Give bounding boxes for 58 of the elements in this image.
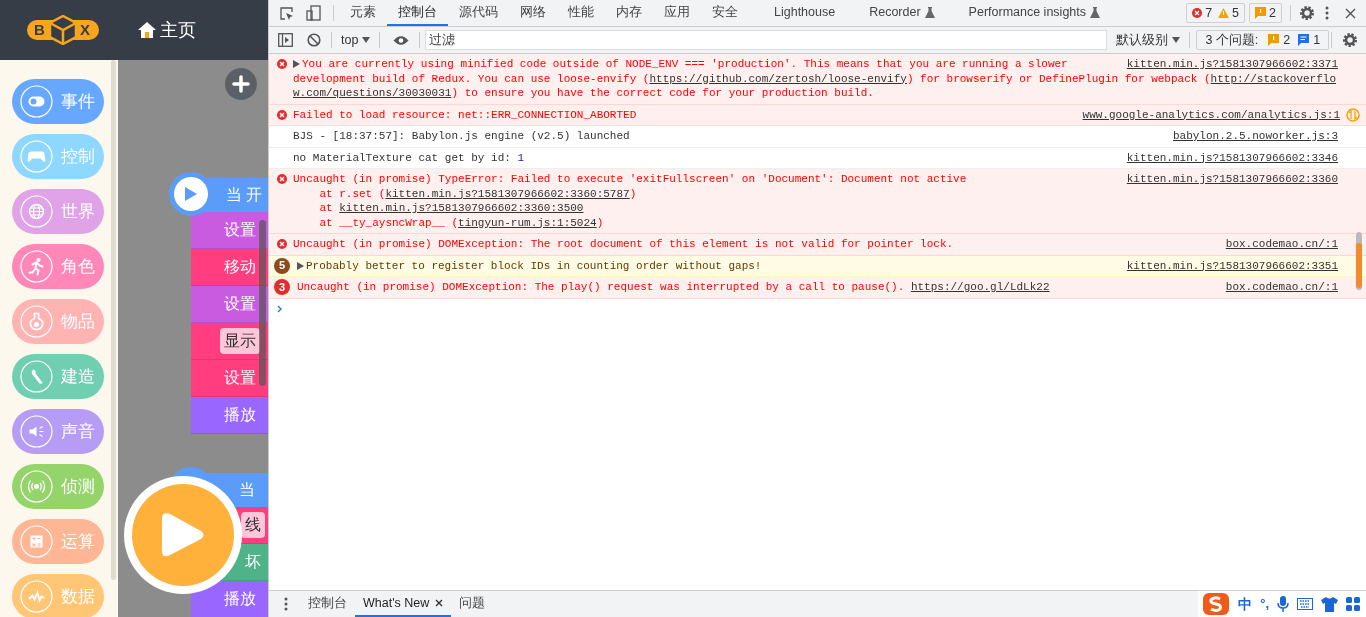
message-text: no MaterialTexture cat get by id: 1 [293, 150, 526, 165]
message-text: You are currently using minified code outside of NODE_ENV === 'production'. This means that you are running a slower [293, 57, 1117, 72]
home-link[interactable]: 主页 [137, 16, 196, 44]
devtools-tab[interactable]: 网络 [509, 0, 557, 26]
message-text: Uncaught (in promise) DOMException: The root document of this element is not valid for pointer lock. [293, 237, 955, 252]
devtools-tab[interactable]: 元素 [339, 0, 387, 26]
message-text: BJS - [18:37:57]: Babylon.js engine (v2.5) launched [293, 129, 631, 144]
link[interactable]: kitten.min.js?1581307966602:3360:5787 [385, 186, 630, 201]
message-text: Uncaught (in promise) TypeError: Failed to execute 'exitFullscreen' on 'Document': Document not active [293, 172, 968, 187]
issues-counter[interactable]: 2 [1249, 3, 1282, 23]
code-block: 播放 [191, 581, 268, 617]
source-link[interactable]: kitten.min.js?1581307966602:3346 [1126, 150, 1338, 165]
level-dropdown[interactable]: 默认级别 [1116, 30, 1181, 50]
source-link[interactable]: www.google-analytics.com/analytics.js:1 [1082, 107, 1340, 122]
devtools-tab[interactable]: 源代码 [448, 0, 509, 26]
issues-button[interactable]: 3 个问题: 2 1 [1196, 30, 1330, 50]
code-block: 播放 [191, 397, 268, 434]
message-text: Uncaught (in promise) DOMException: The play() request was interrupted by a call to pause(). https://goo.gl/LdLk22 [297, 280, 1051, 295]
drawer-tab[interactable]: What's New [355, 591, 452, 617]
drawer-tab[interactable]: 问题 [451, 591, 494, 617]
link[interactable]: tingyun-rum.js:1:5024 [458, 215, 597, 230]
context-dropdown[interactable]: top [341, 30, 371, 50]
link[interactable]: kitten.min.js?1581307966602:3360:3500 [339, 201, 584, 216]
source-link[interactable]: box.codemao.cn/:1 [1225, 280, 1338, 295]
message-text: at kitten.min.js?1581307966602:3360:3500 [318, 201, 585, 216]
message-text: Probably better to register block IDs in counting order without gaps! [297, 258, 1117, 273]
ime-mode-button[interactable]: 中 [1238, 593, 1253, 615]
devtools-tab[interactable]: Performance insights [957, 0, 1111, 26]
message-text: Failed to load resource: net::ERR_CONNECTION_ABORTED [293, 107, 638, 122]
message-text: at __ty_aysncWrap__ (tingyun-rum.js:1:5024) [318, 215, 605, 230]
code-block: 设置 [191, 212, 268, 249]
source-link[interactable]: box.codemao.cn/:1 [1225, 237, 1338, 252]
devtools-tab[interactable]: Recorder [858, 0, 946, 26]
devtools-tab[interactable]: 内存 [605, 0, 653, 26]
link[interactable]: w.com/questions/30030031 [293, 86, 452, 101]
link[interactable]: https://goo.gl/LdLk22 [910, 280, 1050, 295]
link[interactable]: http://stackoverflo [1210, 71, 1336, 86]
filter-field[interactable]: 过滤 [425, 30, 1108, 50]
message-text: development build of Redux. You can use loose-envify (https://github.com/zertosh/loose-envify) for browserify or DefinePlugin for webpack (http://stackoverflo [293, 71, 1337, 86]
message-text: w.com/questions/30030031) to ensure you have the correct code for your production build. [293, 86, 875, 101]
devtools-tab[interactable]: 应用 [653, 0, 701, 26]
logo-letter: B [34, 20, 45, 40]
devtools-tab[interactable]: 安全 [701, 0, 749, 26]
source-link[interactable]: kitten.min.js?1581307966602:3360 [1126, 172, 1338, 187]
punctuation-button[interactable]: °, [1260, 594, 1269, 614]
message-count: 5 [274, 257, 290, 274]
logo-letter: X [80, 20, 90, 40]
link[interactable]: https://github.com/zertosh/loose-envify [649, 71, 907, 86]
error-warning-counter[interactable]: 7 5 [1186, 3, 1246, 23]
drawer-tab[interactable]: 控制台 [300, 591, 355, 617]
devtools-tab[interactable]: 性能 [557, 0, 605, 26]
message-text: at r.set (kitten.min.js?1581307966602:3360:5787) [318, 186, 638, 201]
source-link[interactable]: kitten.min.js?1581307966602:3371 [1126, 57, 1338, 72]
source-link[interactable]: babylon.2.5.noworker.js:3 [1172, 129, 1338, 144]
devtools-tab[interactable]: Lighthouse [763, 0, 847, 26]
source-link[interactable]: kitten.min.js?1581307966602:3351 [1126, 258, 1338, 273]
code-block: 设置 [191, 360, 268, 397]
message-count: 3 [274, 279, 290, 295]
